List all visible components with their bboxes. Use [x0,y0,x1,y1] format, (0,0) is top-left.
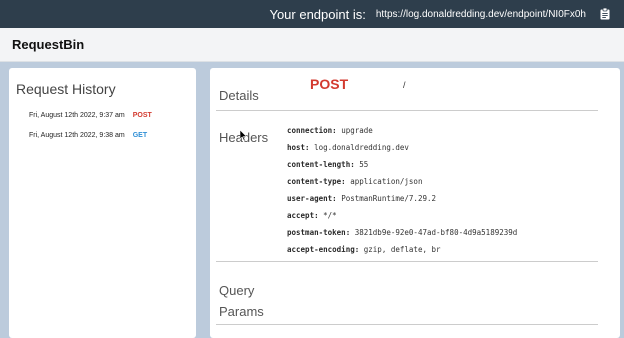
header-value: upgrade [341,126,373,135]
header-row: postman-token: 3821db9e-92e0-47ad-bf80-4… [287,228,517,237]
query-title-line: Params [219,304,264,319]
header-key: host: [287,143,310,152]
header-key: content-type: [287,177,346,186]
header-key: postman-token: [287,228,351,237]
header-value: gzip, deflate, br [363,245,441,254]
header-row: content-type: application/json [287,177,422,186]
request-time: Fri, August 12th 2022, 9:37 am [29,112,125,119]
request-details-panel: Details POST / Headers connection: upgra… [210,68,620,338]
header-row: accept-encoding: gzip, deflate, br [287,245,441,254]
header-row: user-agent: PostmanRuntime/7.29.2 [287,194,436,203]
request-method: GET [132,132,148,139]
app-title[interactable]: RequestBin [12,37,84,52]
header-key: content-length: [287,160,355,169]
query-params-title: Query Params [219,282,264,321]
header-value: PostmanRuntime/7.29.2 [341,194,437,203]
endpoint-label: Your endpoint is: [269,6,366,22]
divider [216,110,598,111]
details-title: Details [219,88,259,103]
header-row: connection: upgrade [287,126,373,135]
header-value: log.donaldredding.dev [314,143,409,152]
header-value: 3821db9e-92e0-47ad-bf80-4d9a5189239d [354,228,518,237]
request-method-heading: POST [310,76,349,92]
request-item[interactable]: Fri, August 12th 2022, 9:38 am GET [29,132,147,139]
request-time: Fri, August 12th 2022, 9:38 am [29,132,125,139]
header-value: */* [323,211,337,220]
clipboard-icon[interactable] [600,8,610,20]
header-row: accept: */* [287,211,337,220]
header-key: accept: [287,211,319,220]
query-title-line: Query [219,283,255,298]
header-key: user-agent: [287,194,337,203]
divider [216,261,598,262]
header-value: 55 [359,160,369,169]
header-key: accept-encoding: [287,245,360,254]
endpoint-bar: Your endpoint is: https://log.donaldredd… [0,0,624,28]
header-row: host: log.donaldredding.dev [287,143,409,152]
request-item[interactable]: Fri, August 12th 2022, 9:37 am POST [29,112,152,119]
request-history-panel: Request History Fri, August 12th 2022, 9… [9,68,196,338]
request-method: POST [132,112,152,119]
divider [216,324,598,325]
header-value: application/json [350,177,423,186]
header-row: content-length: 55 [287,160,368,169]
header-key: connection: [287,126,337,135]
app-header: RequestBin [0,28,624,62]
request-path: / [403,80,406,90]
request-history-title: Request History [16,81,116,97]
endpoint-url[interactable]: https://log.donaldredding.dev/endpoint/N… [376,9,586,20]
